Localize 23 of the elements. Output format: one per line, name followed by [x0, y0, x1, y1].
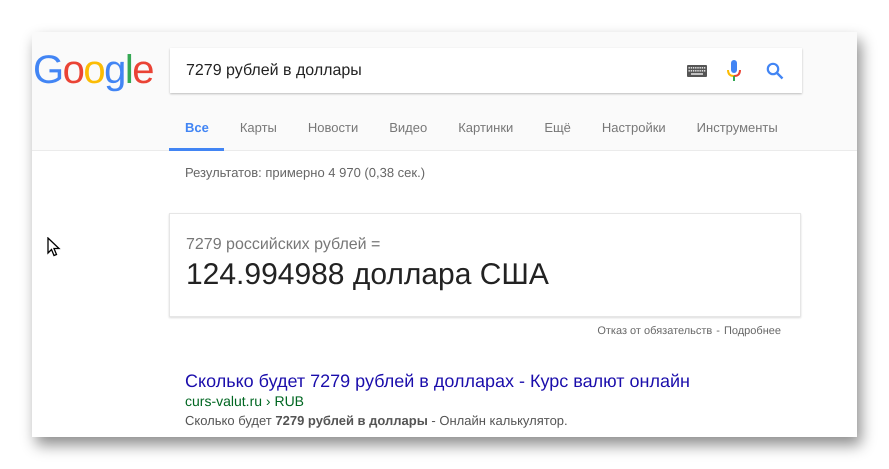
nav-tab[interactable]: Инструменты [680, 110, 793, 151]
search-icon[interactable] [766, 62, 784, 80]
microphone-icon[interactable] [727, 60, 741, 82]
converter-result: 124.994988 доллара США [186, 258, 550, 292]
result-snippet: Сколько будет 7279 рублей в доллары - Онлайн калькулятор. [185, 413, 569, 428]
converter-source: 7279 российских рублей = [186, 236, 382, 254]
google-logo[interactable]: Google [32, 48, 170, 92]
nav-tab[interactable]: Видео [373, 110, 442, 151]
nav-tab[interactable]: Новости [292, 110, 374, 151]
result-title-link[interactable]: Сколько будет 7279 рублей в долларах - Курс валют онлайн [185, 371, 801, 392]
nav-tab[interactable]: Настройки [586, 110, 681, 151]
nav-tab[interactable]: Картинки [442, 110, 528, 151]
separator: - [716, 325, 720, 337]
nav-tab[interactable]: Все [169, 110, 224, 151]
results-count: Результатов: примерно 4 970 (0,38 сек.) [184, 164, 426, 180]
disclaimer-link[interactable]: Отказ от обязательств [597, 325, 712, 337]
mouse-cursor-icon [47, 237, 61, 257]
nav-tab[interactable]: Карты [224, 110, 292, 151]
result-url: curs-valut.ru › RUB [185, 393, 306, 409]
more-link[interactable]: Подробнее [724, 325, 781, 337]
nav-tab[interactable]: Ещё [528, 110, 586, 151]
search-field[interactable]: 7279 рублей в доллары [170, 48, 802, 93]
keyboard-icon[interactable] [687, 64, 707, 76]
